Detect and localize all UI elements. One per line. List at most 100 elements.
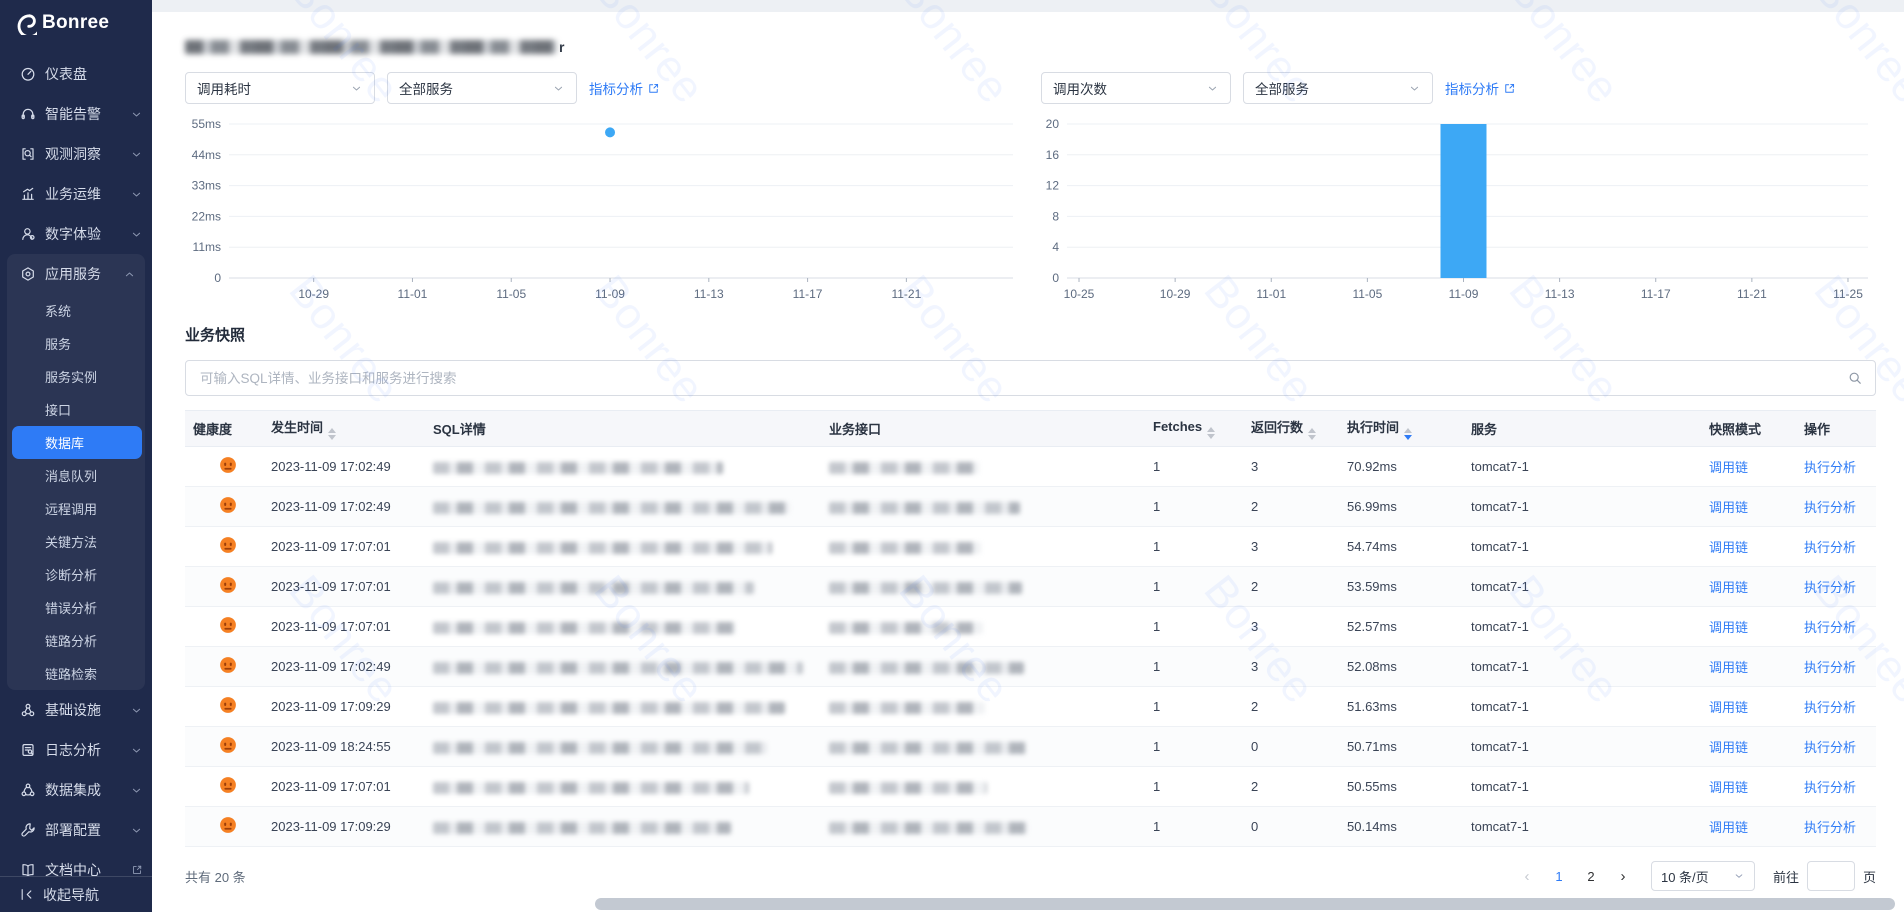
trace-link[interactable]: 调用链: [1709, 780, 1748, 795]
exec-analysis-link[interactable]: 执行分析: [1804, 540, 1856, 555]
horizontal-scrollbar-thumb[interactable]: [595, 898, 1895, 910]
dataint-icon: [21, 783, 35, 797]
action-cell: 执行分析: [1796, 806, 1876, 847]
sidebar-item-接口[interactable]: 接口: [12, 393, 142, 426]
search-input[interactable]: [198, 369, 1847, 387]
sidebar-item-仪表盘[interactable]: 仪表盘: [0, 54, 152, 94]
trace-link[interactable]: 调用链: [1709, 660, 1748, 675]
metric-select-duration[interactable]: 调用耗时: [185, 72, 375, 104]
sidebar-item-链路检索[interactable]: 链路检索: [12, 657, 142, 690]
exec-analysis-link[interactable]: 执行分析: [1804, 620, 1856, 635]
sidebar-item-部署配置[interactable]: 部署配置: [0, 810, 152, 850]
chevron-down-icon: [554, 86, 563, 90]
page-unit-label: 页: [1862, 869, 1876, 885]
y-tick-label: 20: [1046, 117, 1060, 131]
rows-cell: 0: [1243, 726, 1339, 767]
prev-page-button[interactable]: ‹: [1515, 863, 1539, 889]
trace-link[interactable]: 调用链: [1709, 500, 1748, 515]
sidebar-item-错误分析[interactable]: 错误分析: [12, 591, 142, 624]
exec-analysis-link[interactable]: 执行分析: [1804, 820, 1856, 835]
sidebar-item-智能告警[interactable]: 智能告警: [0, 94, 152, 134]
sidebar-item-观测洞察[interactable]: 观测洞察: [0, 134, 152, 174]
sidebar-subitem-label: 服务: [45, 337, 72, 352]
sidebar-subitem-label: 链路检索: [45, 667, 98, 682]
page-size-select[interactable]: 10 条/页: [1650, 861, 1755, 891]
exec-analysis-link[interactable]: 执行分析: [1804, 500, 1856, 515]
trace-link[interactable]: 调用链: [1709, 700, 1748, 715]
exec-analysis-link[interactable]: 执行分析: [1804, 460, 1856, 475]
metric-analysis-link-count[interactable]: 指标分析: [1445, 78, 1516, 98]
metric-analysis-link-duration[interactable]: 指标分析: [589, 78, 660, 98]
sql-cell: [425, 526, 821, 567]
sidebar-item-远程调用[interactable]: 远程调用: [12, 492, 142, 525]
redacted-sql-text: [433, 461, 723, 474]
exec-analysis-link[interactable]: 执行分析: [1804, 660, 1856, 675]
search-icon: [1849, 372, 1861, 384]
goto-page-input[interactable]: [1806, 861, 1855, 891]
next-page-button[interactable]: ›: [1611, 863, 1635, 889]
sidebar-item-关键方法[interactable]: 关键方法: [12, 525, 142, 558]
chevron-down-icon: [132, 748, 141, 752]
chevron-down-icon-wrap: [130, 228, 143, 241]
column-header-label: 执行时间: [1347, 420, 1400, 435]
search-icon-wrap[interactable]: [1847, 370, 1863, 386]
sidebar-item-链路分析[interactable]: 链路分析: [12, 624, 142, 657]
column-header-Fetches[interactable]: Fetches: [1145, 410, 1243, 447]
sidebar-item-数据集成[interactable]: 数据集成: [0, 770, 152, 810]
menu-group-应用服务: 应用服务系统服务服务实例 接口 数据库 消息队列 远程调用 关键方法 诊断分析 错误分析 链路分…: [7, 254, 145, 690]
collapse-nav-button[interactable]: 收起导航: [0, 876, 152, 912]
service-select-count[interactable]: 全部服务: [1243, 72, 1433, 104]
service-select-duration[interactable]: 全部服务: [387, 72, 577, 104]
sidebar-item-数字体验[interactable]: 数字体验: [0, 214, 152, 254]
sidebar-item-诊断分析[interactable]: 诊断分析: [12, 558, 142, 591]
service-cell: tomcat7-1: [1463, 486, 1701, 527]
sort-asc-caret: [1308, 428, 1317, 433]
exec-analysis-link[interactable]: 执行分析: [1804, 580, 1856, 595]
rows-cell: 0: [1243, 806, 1339, 847]
column-header-执行时间[interactable]: 执行时间: [1339, 410, 1463, 447]
rows-cell: 3: [1243, 446, 1339, 487]
action-cell: 执行分析: [1796, 646, 1876, 687]
sort-carets: [1308, 428, 1317, 440]
snapshot-mode-cell: 调用链: [1701, 606, 1796, 647]
sidebar-item-服务[interactable]: 服务: [12, 327, 142, 360]
trace-link[interactable]: 调用链: [1709, 580, 1748, 595]
chevron-down-icon: [1735, 874, 1743, 878]
column-header-发生时间[interactable]: 发生时间: [263, 410, 425, 447]
data-point[interactable]: [605, 127, 616, 138]
trace-link[interactable]: 调用链: [1709, 540, 1748, 555]
bar[interactable]: [1440, 124, 1487, 278]
x-tick-label: 11-01: [398, 287, 428, 301]
metric-select-count[interactable]: 调用次数: [1041, 72, 1231, 104]
sidebar-item-文档中心[interactable]: 文档中心: [0, 850, 152, 876]
sidebar-item-业务运维[interactable]: 业务运维: [0, 174, 152, 214]
column-header-返回行数[interactable]: 返回行数: [1243, 410, 1339, 447]
table-row: 2023-11-09 17:07:01 1 2 50.55ms tomcat7-1 调用链…: [185, 766, 1876, 807]
page-button-2[interactable]: 2: [1579, 863, 1603, 889]
sidebar-item-消息队列[interactable]: 消息队列: [12, 459, 142, 492]
rows-cell: 2: [1243, 766, 1339, 807]
sidebar-item-系统[interactable]: 系统: [12, 294, 142, 327]
sidebar-item-日志分析[interactable]: 日志分析: [0, 730, 152, 770]
page-button-1[interactable]: 1: [1547, 863, 1571, 889]
trace-link[interactable]: 调用链: [1709, 620, 1748, 635]
exec-analysis-link[interactable]: 执行分析: [1804, 780, 1856, 795]
sidebar-item-服务实例[interactable]: 服务实例: [12, 360, 142, 393]
sidebar-item-数据库[interactable]: 数据库: [12, 426, 142, 459]
exec-analysis-link[interactable]: 执行分析: [1804, 740, 1856, 755]
sidebar-item-基础设施[interactable]: 基础设施: [0, 690, 152, 730]
time-cell: 2023-11-09 18:24:55: [263, 726, 425, 767]
total-count: 共有 20 条: [185, 869, 246, 885]
trace-link[interactable]: 调用链: [1709, 460, 1748, 475]
trace-link[interactable]: 调用链: [1709, 740, 1748, 755]
trace-link[interactable]: 调用链: [1709, 820, 1748, 835]
brand-name: Bonree: [42, 12, 110, 33]
sidebar-item-label: 应用服务: [45, 266, 101, 282]
exec-analysis-link[interactable]: 执行分析: [1804, 700, 1856, 715]
sidebar-item-应用服务[interactable]: 应用服务: [7, 254, 145, 294]
redacted-page-title: [185, 40, 557, 54]
logo[interactable]: Bonree: [0, 0, 152, 46]
redacted-sql-text: [433, 581, 754, 594]
external-link-icon: [649, 83, 659, 93]
table-row: 2023-11-09 17:09:29 1 2 51.63ms tomcat7-1 调用链…: [185, 686, 1876, 727]
